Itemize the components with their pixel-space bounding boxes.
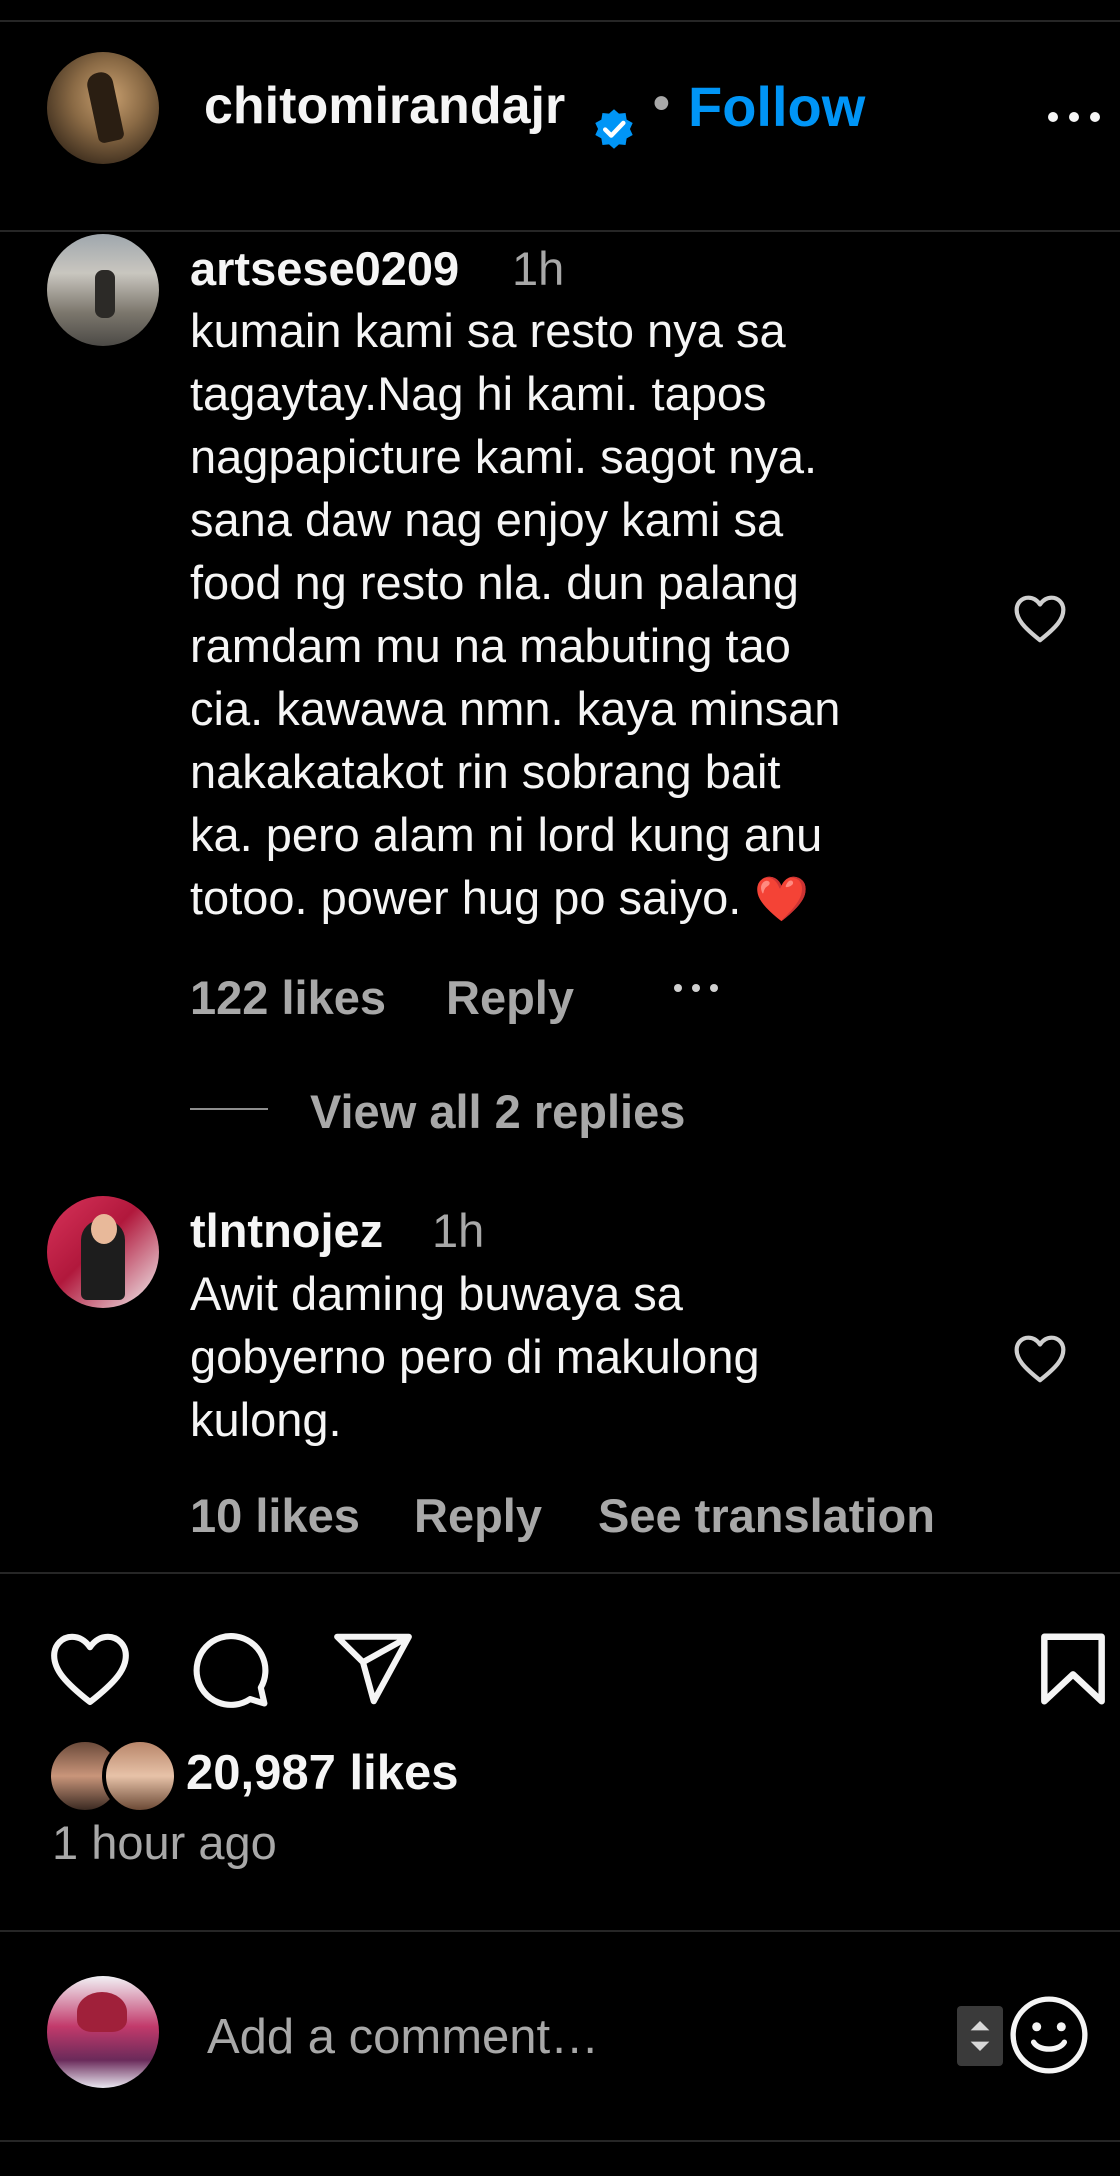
bottom-divider [0,2140,1120,2142]
like-comment-icon[interactable] [1012,1332,1068,1384]
top-divider [0,20,1120,22]
follow-button[interactable]: Follow [688,74,865,139]
comment-avatar[interactable] [47,1196,159,1308]
comment-time: 1h [512,242,565,295]
post-timestamp: 1 hour ago [52,1816,277,1869]
share-icon[interactable] [330,1626,416,1712]
view-replies-button[interactable]: View all 2 replies [310,1084,685,1139]
add-comment-divider [0,1930,1120,1932]
author-username[interactable]: chitomirandajr [204,76,565,136]
replies-line [190,1108,268,1110]
heart-emoji: ❤️ [754,875,810,924]
reply-button[interactable]: Reply [414,1488,542,1543]
verified-badge-icon [595,109,633,149]
emoji-icon[interactable] [1008,1994,1090,2076]
author-avatar[interactable] [47,52,159,164]
comment-avatar[interactable] [47,234,159,346]
heart-icon[interactable] [47,1628,133,1708]
like-comment-icon[interactable] [1012,592,1068,644]
comment-icon[interactable] [187,1626,273,1712]
comment-more-icon[interactable] [672,980,732,996]
comment-username[interactable]: tlntnojez [190,1203,383,1258]
header-divider [0,230,1120,232]
comment-likes[interactable]: 122 likes [190,970,386,1025]
bookmark-icon[interactable] [1030,1626,1116,1712]
current-user-avatar [47,1976,159,2088]
comment-username[interactable]: artsese0209 [190,241,459,296]
header-separator: • [653,77,670,130]
add-comment-input[interactable] [205,1998,929,2076]
comments-divider [0,1572,1120,1574]
post-likes-count[interactable]: 20,987 likes [186,1745,458,1801]
see-translation-button[interactable]: See translation [598,1488,935,1543]
more-options-icon[interactable] [1044,106,1104,126]
stepper-icon[interactable] [957,2006,1003,2066]
comment-body: kumain kami sa resto nya sa tagaytay.Nag… [190,304,841,924]
reply-button[interactable]: Reply [446,970,574,1025]
liker-avatar[interactable] [102,1738,178,1814]
comment-text: kumain kami sa resto nya sa tagaytay.Nag… [190,299,980,931]
comment-text: Awit daming buwaya sa gobyerno pero di m… [190,1267,760,1446]
comment-likes[interactable]: 10 likes [190,1488,360,1543]
comment-time: 1h [432,1204,485,1257]
